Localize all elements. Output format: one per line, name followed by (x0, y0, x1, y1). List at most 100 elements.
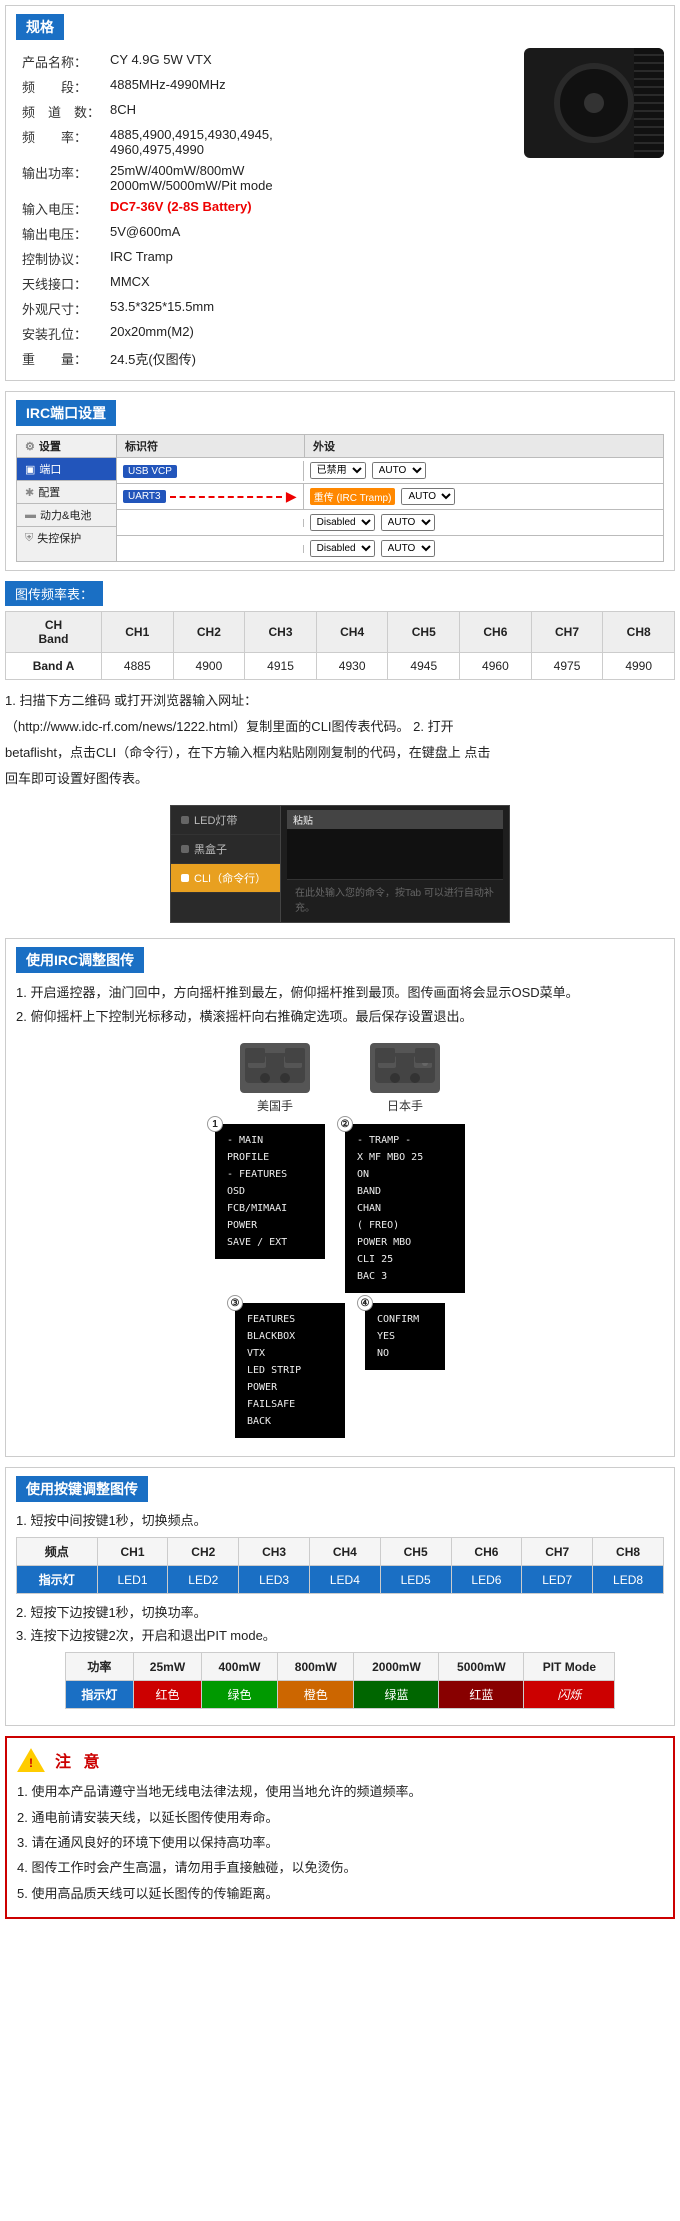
menu-shot-3: ③ FEATURES BLACKBOX VTX LED STRIP POWER … (235, 1303, 345, 1438)
spec-label: 输入电压： (18, 197, 104, 220)
spec-value: 53.5*325*15.5mm (106, 297, 514, 320)
btn-step-1: 1. 短按中间按键1秒，切换频点。 (16, 1510, 664, 1529)
spec-label: 频 率： (18, 125, 104, 159)
irc-row-4: Disabled AUTO (117, 536, 663, 561)
irc-col-identifier: 标识符 (117, 435, 305, 457)
betaflight-screenshot: LED灯带 黑盒子 CLI（命令行） 粘贴 在此处输入您的命令，按Tab 可以进… (0, 805, 680, 923)
sidebar-item-settings[interactable]: ⚙ 设置 (17, 435, 116, 458)
bf-navigation: LED灯带 黑盒子 CLI（命令行） (171, 806, 281, 922)
power-color-2: 橙色 (278, 1681, 354, 1709)
ch-header-ch7: CH7 (522, 1538, 593, 1566)
spec-label: 频 道 数： (18, 100, 104, 123)
usb-mode-dropdown[interactable]: 已禁用 (310, 462, 366, 479)
freq-band: Band A (6, 653, 102, 680)
led-icon (181, 816, 189, 824)
vtx-fan-center (584, 93, 604, 113)
power-color-5: 闪烁 (524, 1681, 615, 1709)
menu-screenshots-row1: 1 - MAIN PROFILE - FEATURES OSD FCB/MIMA… (16, 1124, 664, 1293)
jp-controller-label: 日本手 (370, 1097, 440, 1114)
usb-auto-dropdown[interactable]: AUTO (372, 462, 426, 479)
bf-nav-led[interactable]: LED灯带 (171, 806, 280, 835)
irc-row3-right: Disabled AUTO (304, 510, 663, 535)
vtx-image (524, 48, 664, 158)
warning-triangle-icon (17, 1748, 45, 1772)
irc-port-section: IRC端口设置 ⚙ 设置 ▣ 端口 ✱ 配置 ▬ 动力&电池 ⛨ 失控保护 (5, 391, 675, 571)
scan-line-4: 回车即可设置好图传表。 (5, 768, 675, 790)
scan-line-1: 1. 扫描下方二维码 或打开浏览器输入网址： (5, 690, 675, 712)
spec-value: 4885,4900,4915,4930,4945, 4960,4975,4990 (106, 125, 514, 159)
ch-header-label: 频点 (17, 1538, 98, 1566)
specs-table: 产品名称：CY 4.9G 5W VTX频 段：4885MHz-4990MHz频 … (16, 48, 516, 372)
sidebar-item-power-battery[interactable]: ▬ 动力&电池 (17, 504, 116, 527)
specs-left: 产品名称：CY 4.9G 5W VTX频 段：4885MHz-4990MHz频 … (16, 48, 516, 372)
spec-label: 输出功率： (18, 161, 104, 195)
ch-led-5: LED5 (380, 1566, 451, 1594)
irc-row4-right: Disabled AUTO (304, 536, 663, 561)
ch-header-ch4: CH4 (309, 1538, 380, 1566)
row4-mode-dropdown[interactable]: Disabled (310, 540, 375, 557)
freq-header-1: CH1 (101, 612, 173, 653)
bf-nav-cli[interactable]: CLI（命令行） (171, 864, 280, 893)
freq-value-3: 4930 (316, 653, 388, 680)
irc-step-2: 2. 俯仰摇杆上下控制光标移动，横滚摇杆向右推确定选项。最后保存设置退出。 (16, 1005, 664, 1028)
freq-header-4: CH4 (316, 612, 388, 653)
irc-row-usb-right: 已禁用 AUTO (304, 458, 663, 483)
ch-header-ch5: CH5 (380, 1538, 451, 1566)
power-indicator-label: 指示灯 (65, 1681, 134, 1709)
freq-header-6: CH6 (460, 612, 532, 653)
menu-screenshots-row2: ③ FEATURES BLACKBOX VTX LED STRIP POWER … (16, 1303, 664, 1438)
heat-fins (634, 48, 664, 158)
sidebar-item-config[interactable]: ✱ 配置 (17, 481, 116, 504)
spec-value: 4885MHz-4990MHz (106, 75, 514, 98)
freq-table-section: 图传频率表： CH BandCH1CH2CH3CH4CH5CH6CH7CH8Ba… (5, 581, 675, 680)
ch-led-2: LED2 (168, 1566, 239, 1594)
row3-auto-dropdown[interactable]: AUTO (381, 514, 435, 531)
us-controller-icon (240, 1043, 310, 1093)
arrow-icon: ▶ (286, 488, 297, 505)
notice-item-4: 4. 图传工作时会产生高温，请勿用手直接触碰，以免烫伤。 (17, 1856, 663, 1879)
specs-layout: 产品名称：CY 4.9G 5W VTX频 段：4885MHz-4990MHz频 … (16, 48, 664, 372)
menu-content-2: - TRAMP - X MF MBO 25 ON BAND CHAN ( FRE… (345, 1124, 465, 1293)
menu-shot-4: ④ CONFIRM YES NO (365, 1303, 445, 1438)
freq-header-8: CH8 (603, 612, 675, 653)
notice-item-3: 3. 请在通风良好的环境下使用以保持高功率。 (17, 1831, 663, 1854)
spec-value: 5V@600mA (106, 222, 514, 245)
btn-step-3: 3. 连按下边按键2次，开启和退出PIT mode。 (16, 1625, 664, 1644)
freq-header-2: CH2 (173, 612, 245, 653)
sidebar-item-port[interactable]: ▣ 端口 (17, 458, 116, 481)
row3-mode-dropdown[interactable]: Disabled (310, 514, 375, 531)
notice-item-5: 5. 使用高品质天线可以延长图传的传输距离。 (17, 1882, 663, 1905)
freq-value-1: 4900 (173, 653, 245, 680)
irc-port-table: 标识符 外设 USB VCP 已禁用 AUTO UART3 ▶ (117, 435, 663, 561)
power-color-0: 红色 (134, 1681, 202, 1709)
irc-row3-left (117, 519, 304, 527)
irc-adjust-title: 使用IRC调整图传 (16, 947, 144, 973)
spec-label: 频 段： (18, 75, 104, 98)
dashed-arrow (170, 496, 282, 498)
jp-controller-icon (370, 1043, 440, 1093)
spec-label: 输出电压： (18, 222, 104, 245)
irc-adjust-section: 使用IRC调整图传 1. 开启遥控器，油门回中，方向摇杆推到最左，俯仰摇杆推到最… (5, 938, 675, 1457)
power-header-4: 5000mW (439, 1653, 524, 1681)
scan-line-2: （http://www.idc-rf.com/news/1222.html）复制… (5, 716, 675, 738)
irc-col-external: 外设 (305, 435, 663, 457)
row4-auto-dropdown[interactable]: AUTO (381, 540, 435, 557)
btn-step-2: 2. 短按下边按键1秒，切换功率。 (16, 1602, 664, 1621)
spec-label: 重 量： (18, 347, 104, 370)
uart3-auto-dropdown[interactable]: AUTO (401, 488, 455, 505)
sidebar-item-failsafe[interactable]: ⛨ 失控保护 (17, 527, 116, 549)
bf-cli[interactable] (287, 829, 503, 879)
spec-value: 8CH (106, 100, 514, 123)
ch-led-4: LED4 (309, 1566, 380, 1594)
notice-title: 注 意 (55, 1748, 103, 1772)
ch-led-1: LED1 (97, 1566, 168, 1594)
power-header-3: 2000mW (354, 1653, 439, 1681)
freq-table-btn: 图传频率表： (5, 581, 103, 606)
controllers-section: 美国手 日本手 (16, 1043, 664, 1114)
bf-main: 粘贴 在此处输入您的命令，按Tab 可以进行自动补充。 (281, 806, 509, 922)
ch-led-8: LED8 (593, 1566, 664, 1594)
spec-value: 25mW/400mW/800mW 2000mW/5000mW/Pit mode (106, 161, 514, 195)
bf-input-hint: 在此处输入您的命令，按Tab 可以进行自动补充。 (287, 879, 503, 918)
bf-nav-blackbox[interactable]: 黑盒子 (171, 835, 280, 864)
freq-value-7: 4990 (603, 653, 675, 680)
